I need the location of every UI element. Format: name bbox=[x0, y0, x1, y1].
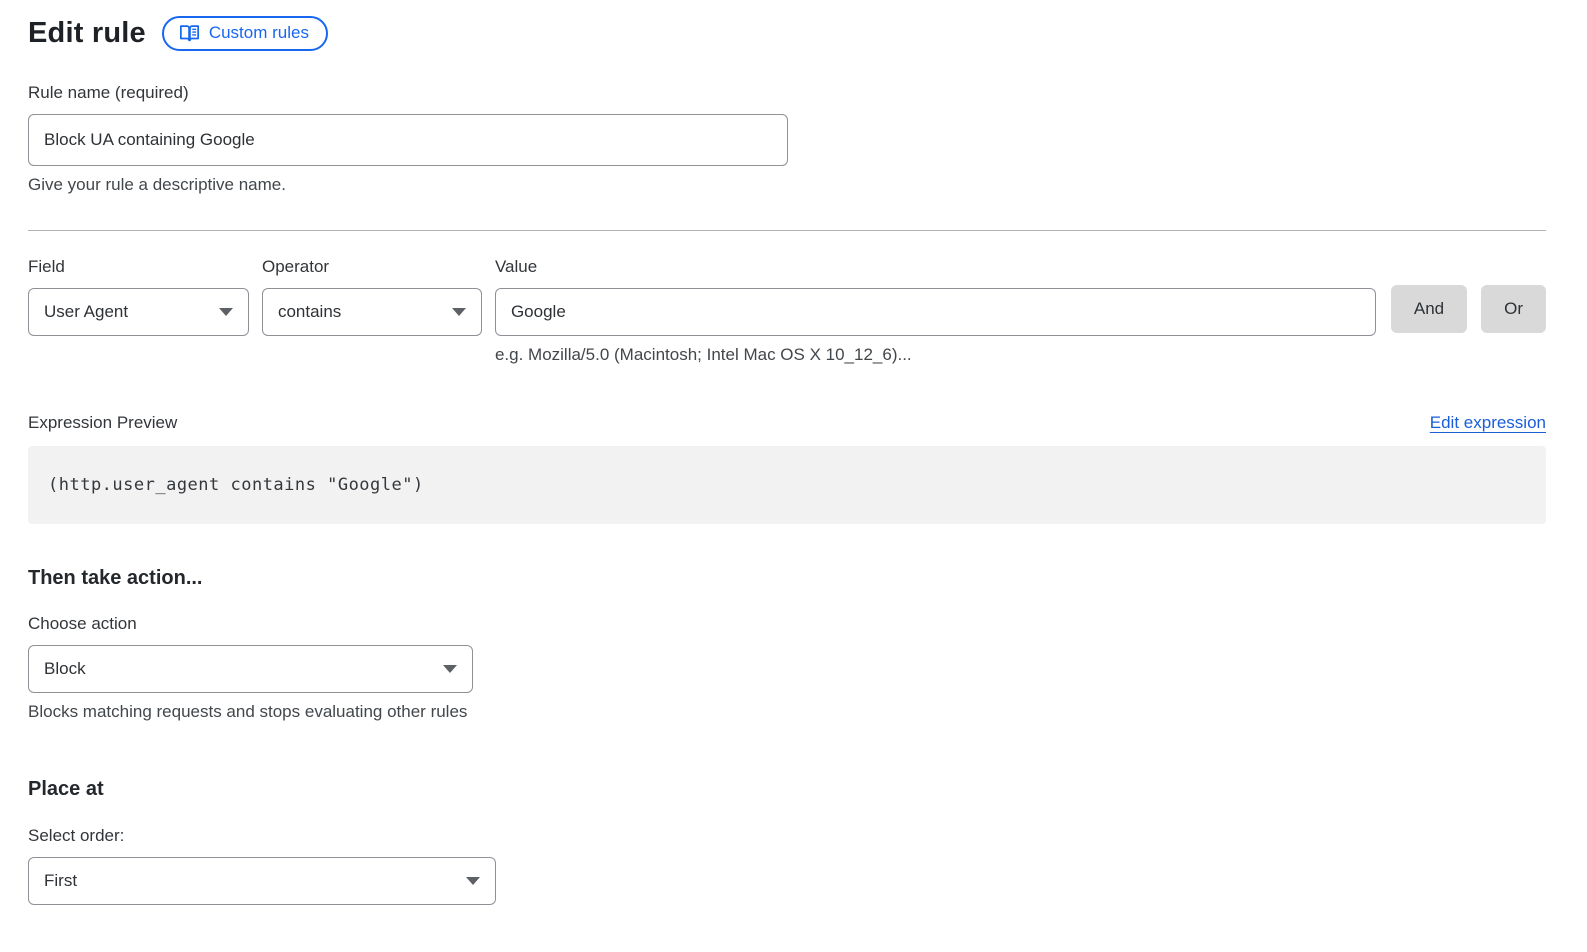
value-input[interactable] bbox=[495, 288, 1376, 336]
field-select[interactable]: User Agent bbox=[28, 288, 249, 336]
operator-select[interactable]: contains bbox=[262, 288, 482, 336]
value-helper: e.g. Mozilla/5.0 (Macintosh; Intel Mac O… bbox=[495, 345, 1376, 365]
choose-action-label: Choose action bbox=[28, 614, 1546, 634]
expression-header: Expression Preview Edit expression bbox=[28, 413, 1546, 433]
rule-name-input[interactable] bbox=[28, 114, 788, 166]
open-book-icon bbox=[179, 24, 200, 43]
expression-section: Expression Preview Edit expression (http… bbox=[28, 413, 1546, 524]
rule-name-section: Rule name (required) Give your rule a de… bbox=[28, 83, 1546, 195]
operator-label: Operator bbox=[262, 257, 482, 277]
expression-preview-label: Expression Preview bbox=[28, 413, 177, 433]
placement-section: Place at Select order: First bbox=[28, 778, 1546, 905]
condition-builder: Field User Agent Operator contains Value… bbox=[28, 257, 1546, 365]
expression-preview-block: (http.user_agent contains "Google") bbox=[28, 446, 1546, 524]
value-label: Value bbox=[495, 257, 1376, 277]
field-label: Field bbox=[28, 257, 249, 277]
edit-expression-link[interactable]: Edit expression bbox=[1430, 413, 1546, 433]
value-column: Value e.g. Mozilla/5.0 (Macintosh; Intel… bbox=[495, 257, 1376, 365]
expression-code: (http.user_agent contains "Google") bbox=[48, 475, 424, 495]
chevron-down-icon bbox=[219, 308, 233, 316]
action-helper: Blocks matching requests and stops evalu… bbox=[28, 702, 1546, 722]
section-divider bbox=[28, 230, 1546, 231]
action-section: Then take action... Choose action Block … bbox=[28, 567, 1546, 722]
field-column: Field User Agent bbox=[28, 257, 249, 336]
and-button[interactable]: And bbox=[1391, 285, 1467, 333]
operator-select-value: contains bbox=[278, 302, 341, 322]
operator-column: Operator contains bbox=[262, 257, 482, 336]
order-select[interactable]: First bbox=[28, 857, 496, 905]
edit-rule-page: Edit rule Custom rules Rule name (requir… bbox=[0, 0, 1587, 905]
label-spacer bbox=[1481, 257, 1546, 285]
order-select-value: First bbox=[44, 871, 77, 891]
or-column: Or bbox=[1481, 257, 1546, 333]
label-spacer bbox=[1391, 257, 1481, 285]
field-select-value: User Agent bbox=[44, 302, 128, 322]
and-column: And bbox=[1391, 257, 1481, 333]
rule-name-label: Rule name (required) bbox=[28, 83, 1546, 103]
select-order-label: Select order: bbox=[28, 826, 1546, 846]
chevron-down-icon bbox=[452, 308, 466, 316]
place-at-heading: Place at bbox=[28, 778, 1546, 801]
action-select[interactable]: Block bbox=[28, 645, 473, 693]
page-title: Edit rule bbox=[28, 17, 146, 50]
page-header: Edit rule Custom rules bbox=[28, 16, 1546, 51]
action-select-value: Block bbox=[44, 659, 86, 679]
custom-rules-button[interactable]: Custom rules bbox=[162, 16, 328, 51]
chevron-down-icon bbox=[443, 665, 457, 673]
action-heading: Then take action... bbox=[28, 567, 1546, 590]
rule-name-helper: Give your rule a descriptive name. bbox=[28, 175, 1546, 195]
custom-rules-button-label: Custom rules bbox=[209, 23, 309, 43]
chevron-down-icon bbox=[466, 877, 480, 885]
or-button[interactable]: Or bbox=[1481, 285, 1546, 333]
